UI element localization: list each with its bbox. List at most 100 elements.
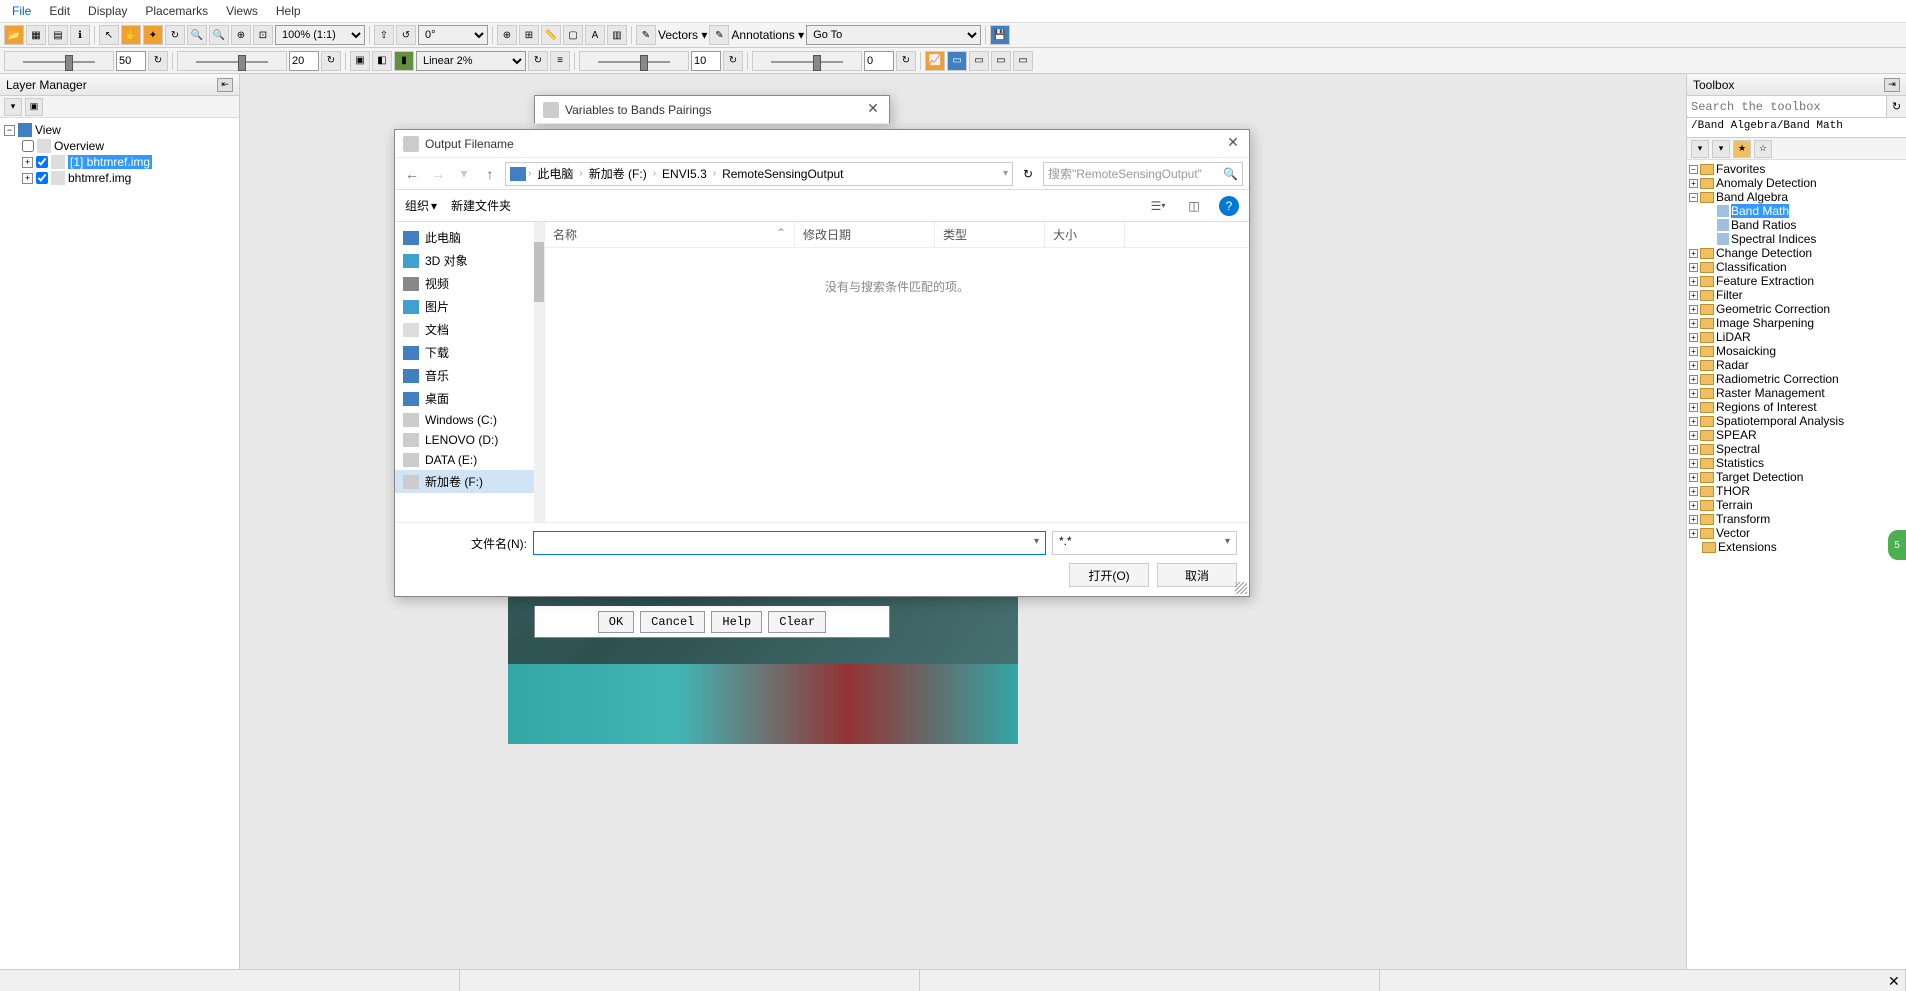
tbx-radiometric[interactable]: +Radiometric Correction — [1689, 372, 1904, 386]
tbx-favorites[interactable]: −Favorites — [1689, 162, 1904, 176]
close-icon[interactable]: ✕ — [1223, 134, 1243, 154]
sidebar-drive-e[interactable]: DATA (E:) — [395, 450, 544, 470]
overview-checkbox[interactable] — [22, 140, 34, 152]
layer-tool2-icon[interactable]: ▣ — [25, 98, 43, 116]
tbx-sharpening[interactable]: +Image Sharpening — [1689, 316, 1904, 330]
portal3-icon[interactable]: ▭ — [991, 51, 1011, 71]
forward-icon[interactable]: → — [427, 163, 449, 185]
folder-search-input[interactable]: 搜索"RemoteSensingOutput" 🔍 — [1043, 162, 1243, 186]
layer2-checkbox[interactable] — [36, 172, 48, 184]
col-type[interactable]: 类型 — [935, 222, 1045, 247]
view-mode-icon[interactable]: ☰ ▾ — [1147, 195, 1169, 217]
brightness-input[interactable] — [116, 51, 146, 71]
select-icon[interactable]: ↖ — [99, 25, 119, 45]
dataset-icon[interactable]: ▤ — [48, 25, 68, 45]
menu-file[interactable]: File — [4, 2, 39, 20]
vectors-icon[interactable]: ✎ — [636, 25, 656, 45]
stretch-select[interactable]: Linear 2% — [416, 51, 526, 71]
fly-icon[interactable]: ✦ — [143, 25, 163, 45]
help-icon[interactable]: ? — [1219, 196, 1239, 216]
tbx-statistics[interactable]: +Statistics — [1689, 456, 1904, 470]
back-icon[interactable]: ← — [401, 163, 423, 185]
tbx-change[interactable]: +Change Detection — [1689, 246, 1904, 260]
zoom-fit-icon[interactable]: ⊡ — [253, 25, 273, 45]
menu-placemarks[interactable]: Placemarks — [137, 2, 216, 20]
contrast-input[interactable] — [289, 51, 319, 71]
tbx-spear[interactable]: +SPEAR — [1689, 428, 1904, 442]
sidebar-3d-objects[interactable]: 3D 对象 — [395, 249, 544, 272]
bc-folder[interactable]: RemoteSensingOutput — [718, 167, 847, 181]
bc-pc[interactable]: 此电脑 — [533, 165, 577, 182]
tbx-roi[interactable]: +Regions of Interest — [1689, 400, 1904, 414]
zoom-out-icon[interactable]: 🔍 — [209, 25, 229, 45]
menu-help[interactable]: Help — [268, 2, 309, 20]
chevron-icon[interactable]: › — [653, 168, 656, 179]
organize-button[interactable]: 组织 ▾ — [405, 197, 437, 214]
tbx-band-math[interactable]: Band Math — [1689, 204, 1904, 218]
tbx-spectral-indices[interactable]: Spectral Indices — [1689, 232, 1904, 246]
tbx-thor[interactable]: +THOR — [1689, 484, 1904, 498]
sharpen-input[interactable] — [691, 51, 721, 71]
tbx-spectral[interactable]: +Spectral — [1689, 442, 1904, 456]
sidebar-videos[interactable]: 视频 — [395, 272, 544, 295]
side-bubble[interactable]: 5 — [1888, 530, 1906, 560]
rotate-tool-icon[interactable]: ↺ — [396, 25, 416, 45]
close-status-icon[interactable]: ✕ — [1888, 973, 1904, 989]
tree-layer1-node[interactable]: + [1] bhtmref.img — [4, 154, 235, 170]
tbx-btn2-icon[interactable]: ▾ — [1712, 140, 1730, 158]
sidebar-drive-f[interactable]: 新加卷 (F:) — [395, 470, 544, 493]
vectors-dropdown[interactable]: Vectors ▾ — [658, 28, 707, 42]
transparency-slider[interactable] — [752, 51, 862, 71]
layer-tool-icon[interactable]: ▾ — [4, 98, 22, 116]
info-icon[interactable]: ℹ — [70, 25, 90, 45]
tbx-filter[interactable]: +Filter — [1689, 288, 1904, 302]
zoom-reset-icon[interactable]: ⊕ — [231, 25, 251, 45]
refresh5-icon[interactable]: ↻ — [896, 51, 916, 71]
tbx-mosaicking[interactable]: +Mosaicking — [1689, 344, 1904, 358]
refresh2-icon[interactable]: ↻ — [321, 51, 341, 71]
refresh4-icon[interactable]: ↻ — [723, 51, 743, 71]
annotations-icon[interactable]: ✎ — [709, 25, 729, 45]
sidebar-music[interactable]: 音乐 — [395, 364, 544, 387]
up-icon[interactable]: ↑ — [479, 163, 501, 185]
recent-chevron-icon[interactable]: ▾ — [453, 163, 475, 185]
roi-icon[interactable]: ▢ — [563, 25, 583, 45]
tbx-transform[interactable]: +Transform — [1689, 512, 1904, 526]
output-dialog-title[interactable]: Output Filename ✕ — [395, 130, 1249, 158]
chevron-down-icon[interactable]: ▾ — [1003, 168, 1008, 179]
chevron-icon[interactable]: › — [528, 168, 531, 179]
menu-display[interactable]: Display — [80, 2, 135, 20]
tbx-btn1-icon[interactable]: ▾ — [1691, 140, 1709, 158]
sidebar-this-pc[interactable]: 此电脑 — [395, 226, 544, 249]
tbx-raster[interactable]: +Raster Management — [1689, 386, 1904, 400]
stretch2-icon[interactable]: ◧ — [372, 51, 392, 71]
profile-icon[interactable]: 📈 — [925, 51, 945, 71]
rotate-icon[interactable]: ↻ — [165, 25, 185, 45]
region-icon[interactable]: ▥ — [607, 25, 627, 45]
crosshair-icon[interactable]: ⊕ — [497, 25, 517, 45]
measure-icon[interactable]: 📏 — [541, 25, 561, 45]
tbx-radar[interactable]: +Radar — [1689, 358, 1904, 372]
sidebar-desktop[interactable]: 桌面 — [395, 387, 544, 410]
tbx-fav-icon[interactable]: ★ — [1733, 140, 1751, 158]
goto-select[interactable]: Go To — [806, 25, 981, 45]
open-button[interactable]: 打开(O) — [1069, 563, 1149, 587]
text-icon[interactable]: A — [585, 25, 605, 45]
sidebar-downloads[interactable]: 下载 — [395, 341, 544, 364]
expand-icon[interactable]: + — [22, 173, 33, 184]
tbx-geometric[interactable]: +Geometric Correction — [1689, 302, 1904, 316]
tbx-extensions[interactable]: Extensions — [1689, 540, 1904, 554]
breadcrumb[interactable]: › 此电脑 › 新加卷 (F:) › ENVI5.3 › RemoteSensi… — [505, 162, 1013, 186]
col-size[interactable]: 大小 — [1045, 222, 1125, 247]
col-date[interactable]: 修改日期 — [795, 222, 935, 247]
resize-grip[interactable] — [1235, 582, 1247, 594]
ok-button[interactable]: OK — [598, 611, 634, 633]
tbx-band-ratios[interactable]: Band Ratios — [1689, 218, 1904, 232]
collapse-button[interactable]: ⇤ — [217, 78, 233, 92]
open-icon[interactable]: 📂 — [4, 25, 24, 45]
annotations-dropdown[interactable]: Annotations ▾ — [731, 28, 804, 42]
menu-edit[interactable]: Edit — [41, 2, 78, 20]
tbx-anomaly[interactable]: +Anomaly Detection — [1689, 176, 1904, 190]
tbx-terrain[interactable]: +Terrain — [1689, 498, 1904, 512]
sharpen-slider[interactable] — [579, 51, 689, 71]
